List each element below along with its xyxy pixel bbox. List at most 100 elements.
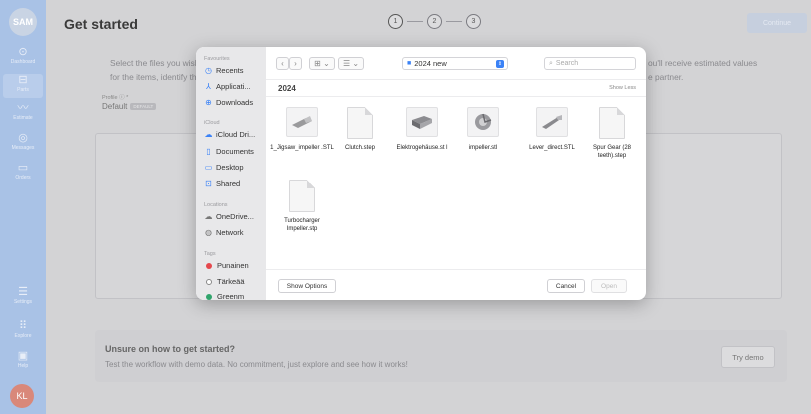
demo-help-card: Unsure on how to get started? Test the w… [95,330,787,382]
sidebar-item-network[interactable]: ◍ Network [204,228,244,237]
file-name: Spur Gear (28 teeth).step [592,145,632,159]
file-thumbnail [536,107,568,139]
sidebar-item-documents[interactable]: ▯ Documents [204,147,254,156]
search-icon: ⌕ [549,59,553,67]
green-tag-dot-icon [206,293,212,300]
chevron-updown-icon: ⇕ [496,60,504,68]
3d-part-icon [536,107,568,137]
estimate-icon: 〰 [17,102,29,114]
3d-part-icon [406,107,438,137]
show-options-button[interactable]: Show Options [278,279,336,293]
sidebar-item-icloud-drive[interactable]: ☁ iCloud Dri... [204,130,256,139]
file-thumbnail [596,107,628,139]
download-icon: ⊕ [205,98,212,107]
sidebar-item-label: Help [17,363,29,369]
try-demo-button[interactable]: Try demo [721,346,775,368]
help-icon: ▣ [17,350,29,362]
sidebar-item-explore[interactable]: ⠿ Explore [3,320,43,344]
3d-part-icon [467,107,499,137]
list-view-button[interactable]: ☰ ⌄ [338,57,364,70]
sidebar-item-settings[interactable]: ☰ Settings [3,286,43,310]
sidebar-item-downloads[interactable]: ⊕ Downloads [204,98,253,107]
item-label: Greenm [217,292,245,300]
tag-punainen[interactable]: Punainen [204,261,249,270]
sidebar-item-help[interactable]: ▣ Help [3,350,43,374]
search-placeholder: Search [555,60,579,67]
sidebar-item-parts[interactable]: ⊟ Parts [3,74,43,98]
app-logo[interactable]: SAM [9,8,37,36]
file-thumbnail [406,107,438,139]
document-icon [347,107,373,139]
icloud-header: iCloud [204,120,220,126]
folder-select[interactable]: ■ 2024 new ⇕ [402,57,508,70]
file-thumbnail [286,107,318,139]
file-name: Clutch.step [344,145,375,151]
sidebar-item-messages[interactable]: ◎ Messages [3,132,43,156]
grid-view-button[interactable]: ⊞ ⌄ [309,57,335,70]
search-input[interactable]: ⌕ Search [544,57,636,70]
network-icon: ◍ [205,228,212,237]
sidebar-item-applications[interactable]: ⅄ Applicati... [204,82,251,91]
messages-icon: ◎ [18,132,28,144]
sidebar-item-onedrive[interactable]: ☁ OneDrive... [204,212,254,221]
intro-right-line-1: ou'll receive estimated values [648,58,758,68]
tag-greenm[interactable]: Greenm [204,292,244,300]
continue-button[interactable]: Continue [747,13,807,33]
user-avatar[interactable]: KL [10,384,34,408]
back-button[interactable]: ‹ [276,57,289,70]
profile-value: Default [102,102,128,111]
clock-icon: ◷ [205,66,212,75]
step-3: 3 [466,14,481,29]
app-sidebar: SAM ⊙ Dashboard ⊟ Parts 〰 Estimate ◎ Mes… [0,0,46,414]
item-label: Network [216,228,244,237]
sidebar-item-shared[interactable]: ⊡ Shared [204,179,240,188]
tags-header: Tags [204,251,216,257]
help-subtitle: Test the workflow with demo data. No com… [105,360,408,369]
file-item[interactable]: Elektrogehäuse.st l [388,107,456,152]
show-less-link[interactable]: Show Less [609,85,636,91]
document-icon: ▯ [206,147,211,156]
open-button[interactable]: Open [591,279,627,293]
favourites-header: Favourites [204,56,230,62]
sidebar-item-recents[interactable]: ◷ Recents [204,66,244,75]
file-name: Turbocharger Impeller.stp [284,218,320,232]
default-badge: DEFAULT [130,103,157,111]
dashboard-icon: ⊙ [18,46,28,58]
profile-label: Profile ⓘ * [102,95,129,101]
sidebar-item-label: Dashboard [10,59,36,65]
cloud-icon: ☁ [204,212,213,221]
cancel-button[interactable]: Cancel [547,279,585,293]
red-tag-dot-icon [206,262,212,269]
file-open-dialog: Favourites ◷ Recents ⅄ Applicati... ⊕ Downl… [196,47,646,300]
file-item[interactable]: Turbocharger Impeller.stp [268,180,336,233]
sidebar-item-desktop[interactable]: ▭ Desktop [204,163,244,172]
document-icon [599,107,625,139]
item-label: Downloads [216,98,254,107]
item-label: Shared [216,179,241,188]
item-label: Desktop [216,163,244,172]
profile-select[interactable]: Default DEFAULT [102,102,157,111]
sidebar-item-estimate[interactable]: 〰 Estimate [3,102,43,126]
forward-button[interactable]: › [289,57,302,70]
step-2: 2 [427,14,442,29]
desktop-icon: ▭ [204,163,213,172]
white-tag-dot-icon [206,278,212,285]
sidebar-item-label: Parts [17,87,29,93]
file-item[interactable]: Spur Gear (28 teeth).step [578,107,646,160]
current-folder: 2024 new [414,59,447,68]
step-connector [407,21,423,22]
item-label: Documents [216,147,254,156]
item-label: Tärkeää [217,277,245,286]
tag-tarkeaa[interactable]: Tärkeää [204,277,245,286]
file-item[interactable]: Clutch.step [326,107,394,152]
item-label: iCloud Dri... [216,130,256,139]
file-thumbnail [344,107,376,139]
parts-icon: ⊟ [18,74,28,86]
file-thumbnail [286,180,318,212]
file-item[interactable]: Lever_direct.STL [518,107,586,152]
sidebar-item-orders[interactable]: ▭ Orders [3,162,43,186]
file-thumbnail [467,107,499,139]
document-icon [289,180,315,212]
sidebar-item-dashboard[interactable]: ⊙ Dashboard [3,46,43,70]
file-item[interactable]: impeller.stl [449,107,517,152]
